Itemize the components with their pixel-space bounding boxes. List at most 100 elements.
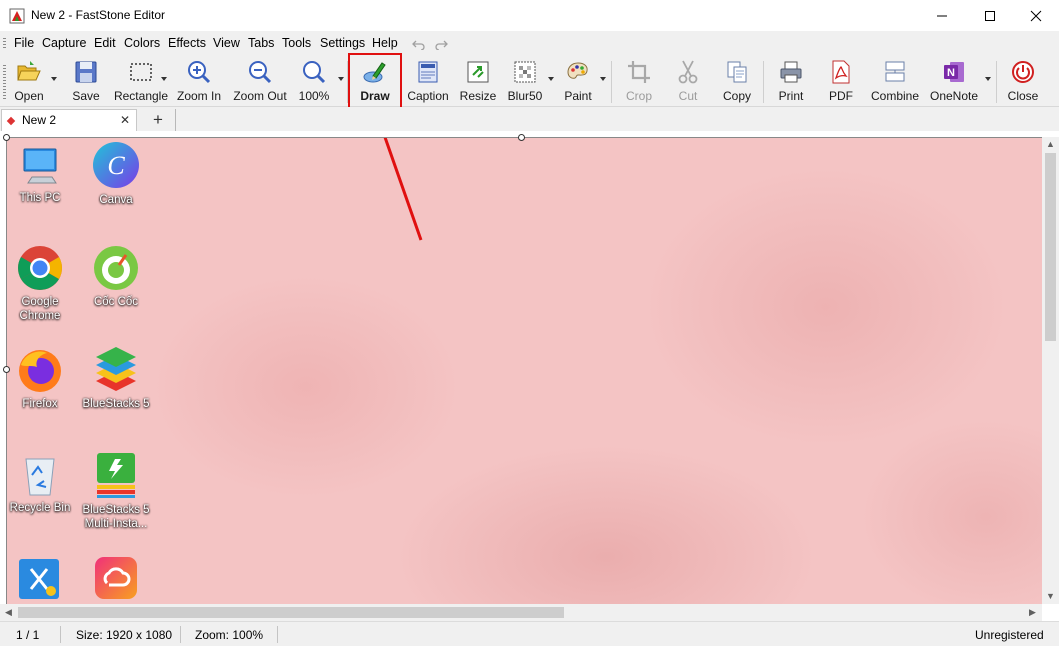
resize-button[interactable]: Resize [458, 57, 498, 105]
floppy-disk-icon [75, 61, 97, 83]
paint-button[interactable]: Paint [560, 57, 596, 105]
crop-icon [628, 61, 650, 83]
print-button[interactable]: Print [772, 57, 810, 105]
minimize-button[interactable] [919, 0, 965, 32]
open-button[interactable]: Open [8, 57, 50, 105]
menu-tools[interactable]: Tools [282, 36, 311, 50]
scroll-right-arrow-icon[interactable]: ▶ [1029, 607, 1036, 618]
horizontal-scrollbar[interactable]: ◀ ▶ [0, 604, 1042, 621]
menu-bar: File Capture Edit Colors Effects View Ta… [0, 32, 1059, 55]
blur-button[interactable]: Blur50 [504, 57, 546, 105]
computer-icon [23, 148, 57, 184]
menu-capture[interactable]: Capture [42, 36, 86, 50]
open-dropdown-arrow[interactable] [51, 77, 57, 81]
menu-help[interactable]: Help [372, 36, 398, 50]
scissors-icon [678, 60, 698, 84]
menu-colors[interactable]: Colors [124, 36, 160, 50]
zoom-dropdown-arrow[interactable] [338, 77, 344, 81]
zoom-in-button[interactable]: Zoom In [174, 57, 224, 105]
toolbar-separator [611, 61, 612, 103]
desktop-icon-firefox: Firefox [6, 347, 76, 411]
maximize-button[interactable] [967, 0, 1013, 32]
status-zoom: Zoom: 100% [195, 628, 264, 642]
coc-coc-icon [94, 246, 138, 290]
video-scissors-icon [19, 559, 59, 599]
cut-button[interactable]: Cut [670, 57, 706, 105]
undo-icon[interactable] [412, 38, 426, 50]
scroll-down-arrow-icon[interactable]: ▼ [1046, 591, 1055, 601]
magnifier-icon [303, 61, 326, 84]
tab-marker-icon [6, 116, 16, 126]
caption-button[interactable]: Caption [404, 57, 452, 105]
main-toolbar: Open Save Rectangle Zoom In Zoom Out 100… [0, 55, 1059, 107]
rectangle-select-icon [130, 63, 152, 81]
status-registration: Unregistered [975, 628, 1044, 642]
combine-icon [885, 61, 905, 82]
onenote-icon: N [944, 62, 964, 82]
zoom-out-button[interactable]: Zoom Out [230, 57, 290, 105]
horizontal-scroll-thumb[interactable] [18, 607, 564, 618]
copy-button[interactable]: Copy [718, 57, 756, 105]
chrome-icon [18, 246, 62, 290]
window-close-button[interactable] [1013, 0, 1059, 32]
combine-button[interactable]: Combine [868, 57, 922, 105]
toolbar-grip [3, 65, 6, 99]
vertical-scroll-thumb[interactable] [1045, 153, 1056, 341]
status-size: Size: 1920 x 1080 [76, 628, 173, 642]
menu-view[interactable]: View [213, 36, 240, 50]
faststone-app-icon [9, 8, 25, 24]
desktop-icon-creative-cloud [80, 555, 152, 601]
tab-new-2[interactable]: New 2 ✕ [1, 109, 137, 131]
menu-file[interactable]: File [14, 36, 34, 50]
rectangle-select-button[interactable]: Rectangle [112, 57, 170, 105]
desktop-icon-coc-coc: Cốc Cốc [80, 245, 152, 309]
close-icon [1030, 10, 1042, 22]
toolbar-separator [763, 61, 764, 103]
printer-icon [780, 61, 802, 83]
save-button[interactable]: Save [66, 57, 106, 105]
selection-handle-top-left[interactable] [3, 134, 10, 141]
paint-dropdown-arrow[interactable] [600, 77, 606, 81]
close-image-button[interactable]: Close [1004, 57, 1042, 105]
maximize-icon [985, 11, 995, 21]
tab-close-icon[interactable]: ✕ [120, 113, 130, 127]
menu-settings[interactable]: Settings [320, 36, 365, 50]
crop-button[interactable]: Crop [620, 57, 658, 105]
desktop-icon-chrome: Google Chrome [6, 245, 76, 323]
annotation-arrow [383, 137, 423, 241]
rectangle-dropdown-arrow[interactable] [161, 77, 167, 81]
toolbar-separator [996, 61, 997, 103]
blur-dropdown-arrow[interactable] [548, 77, 554, 81]
canva-icon: C [93, 142, 139, 188]
recycle-bin-icon [25, 458, 55, 496]
zoom-out-icon [249, 61, 272, 84]
svg-text:N: N [947, 67, 955, 79]
copy-icon [727, 61, 747, 83]
scroll-left-arrow-icon[interactable]: ◀ [5, 607, 12, 618]
vertical-scrollbar[interactable]: ▲ ▼ [1042, 137, 1059, 604]
pdf-button[interactable]: PDF [822, 57, 860, 105]
selection-handle-top-middle[interactable] [518, 134, 525, 141]
onenote-button[interactable]: N OneNote [927, 57, 981, 105]
caption-icon [418, 61, 438, 83]
resize-icon [467, 61, 489, 83]
folder-open-icon [17, 61, 41, 81]
onenote-dropdown-arrow[interactable] [985, 77, 991, 81]
menu-edit[interactable]: Edit [94, 36, 116, 50]
title-bar: New 2 - FastStone Editor [0, 0, 1059, 32]
image-canvas[interactable]: This PC C Canva Google Chrome Cốc Cốc Fi… [6, 137, 1042, 604]
creative-cloud-icon [95, 557, 137, 599]
tab-label: New 2 [22, 113, 57, 127]
zoom-level-button[interactable]: 100% [296, 57, 332, 105]
desktop-icon-this-pc: This PC [6, 143, 76, 205]
add-tab-button[interactable]: + [141, 109, 176, 131]
redo-icon[interactable] [434, 38, 448, 50]
selection-handle-middle-left[interactable] [3, 366, 10, 373]
blur-mosaic-icon [514, 61, 536, 83]
bluestacks-icon [96, 347, 136, 391]
menu-effects[interactable]: Effects [168, 36, 206, 50]
desktop-icon-bluestacks-multi: BlueStacks 5 Multi-Insta... [80, 451, 152, 531]
desktop-icon-bluestacks: BlueStacks 5 [80, 347, 152, 411]
menu-tabs[interactable]: Tabs [248, 36, 274, 50]
scroll-up-arrow-icon[interactable]: ▲ [1046, 139, 1055, 149]
